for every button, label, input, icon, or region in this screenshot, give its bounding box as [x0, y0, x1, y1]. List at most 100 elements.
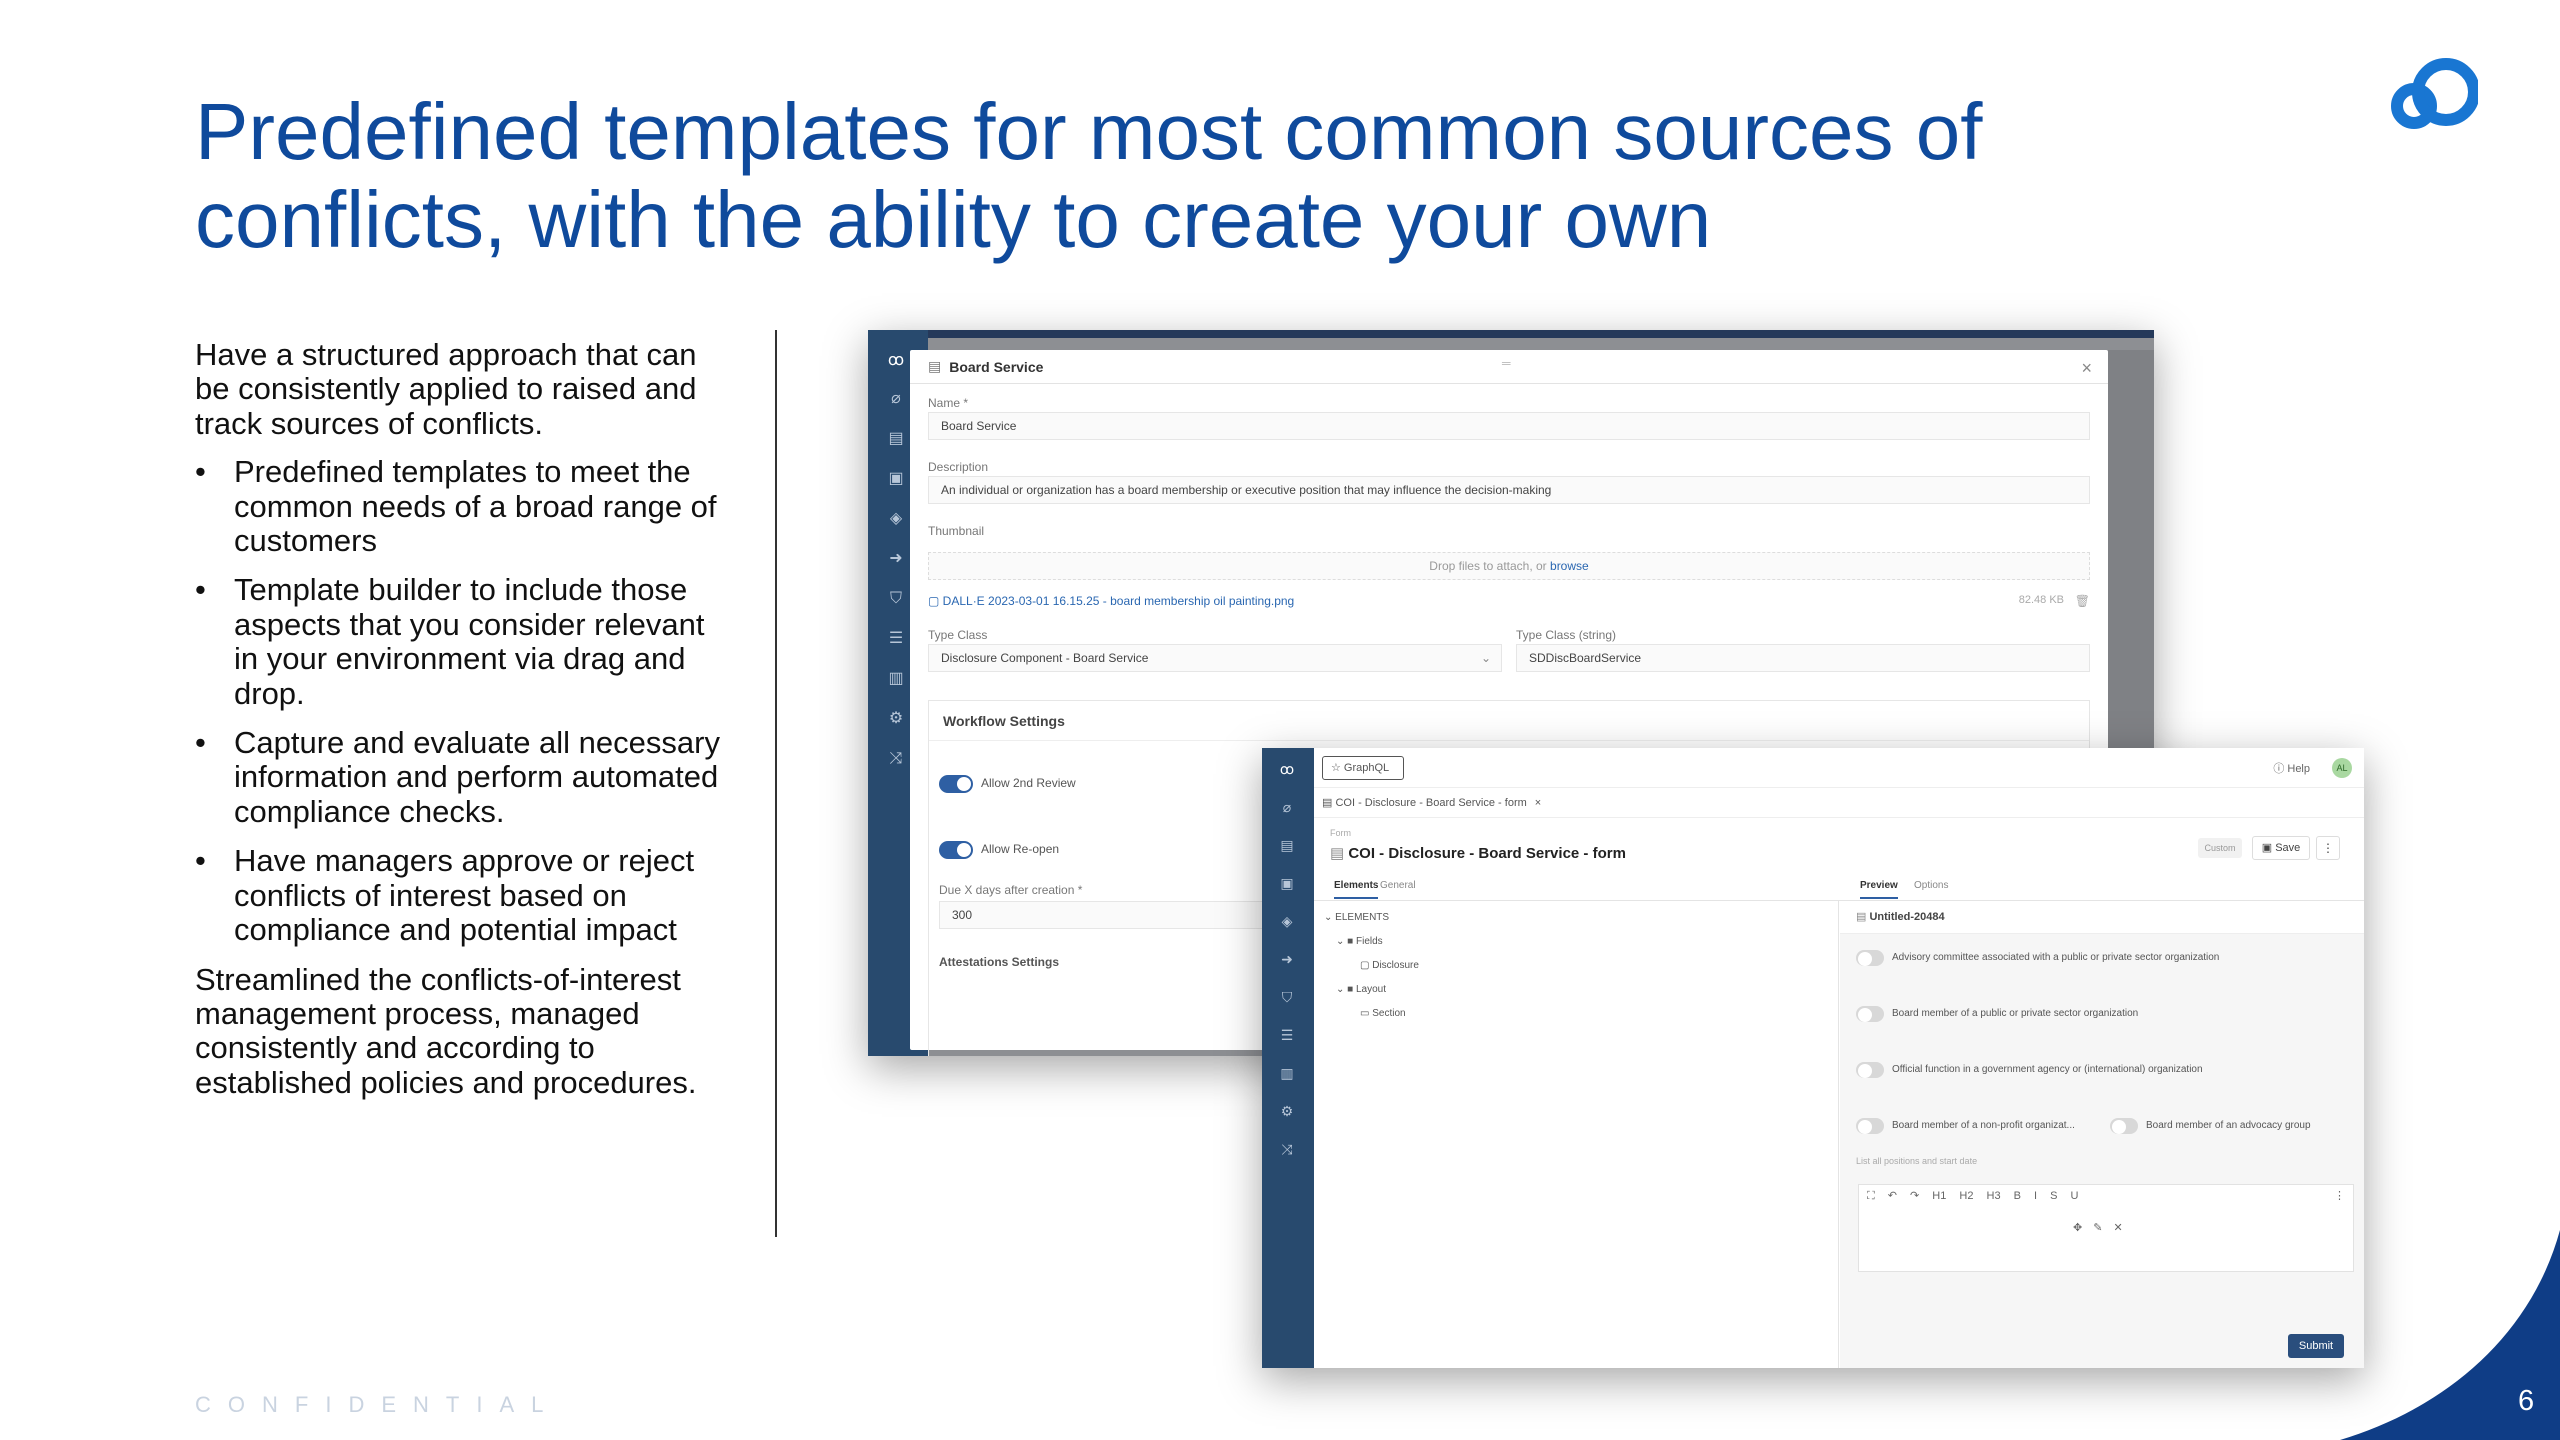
- type-class-select[interactable]: Disclosure Component - Board Service ⌄: [928, 644, 1502, 672]
- save-button[interactable]: ▣ Save: [2252, 836, 2310, 860]
- bullet-item: • Template builder to include those aspec…: [195, 572, 705, 711]
- modal-title: Board Service: [949, 358, 1044, 375]
- database-icon[interactable]: ▣: [885, 468, 907, 490]
- name-label: Name *: [928, 396, 969, 410]
- tab-general[interactable]: General: [1380, 880, 1416, 891]
- app-sidebar: ꝏ ⌀ ▤ ▣ ◈ ➜ ⛉ ☰ ▥ ⚙ ⤨: [1262, 748, 1314, 1368]
- preview-panel: Advisory committee associated with a pub…: [1840, 934, 2364, 1368]
- shield-icon[interactable]: ⛉: [1276, 986, 1298, 1008]
- bullet-marker: •: [195, 454, 206, 490]
- leaf-icon[interactable]: ⌀: [885, 388, 907, 410]
- intro-paragraph: Have a structured approach that can be c…: [195, 337, 697, 441]
- arrow-icon[interactable]: ➜: [1276, 948, 1298, 970]
- allow-2nd-review-toggle[interactable]: [939, 775, 973, 793]
- tree-fields[interactable]: ⌄ ■ Fields: [1336, 936, 1383, 947]
- table-icon[interactable]: ▤: [885, 428, 907, 450]
- page-number: 6: [2518, 1385, 2535, 1417]
- description-field[interactable]: An individual or organization has a boar…: [928, 476, 2090, 504]
- allow-reopen-toggle[interactable]: [939, 841, 973, 859]
- top-bar: [1314, 748, 2364, 788]
- column-divider: [775, 330, 777, 1237]
- table-icon: ▤: [1330, 845, 1349, 862]
- option-toggle[interactable]: [1856, 1006, 1884, 1022]
- drag-handle-icon[interactable]: ═: [1502, 356, 1511, 370]
- closing-paragraph: Streamlined the conflicts-of-interest ma…: [195, 961, 697, 1100]
- attached-file[interactable]: ▢ DALL·E 2023-03-01 16.15.25 - board mem…: [928, 594, 2090, 608]
- option-label: Board member of a non-profit organizat..…: [1892, 1120, 2075, 1131]
- more-options-button[interactable]: ⋮: [2316, 836, 2340, 860]
- bullet-item: • Have managers approve or reject conflic…: [195, 843, 695, 948]
- help-icon: ⓘ: [2273, 763, 2288, 775]
- name-field[interactable]: Board Service: [928, 412, 2090, 440]
- close-icon[interactable]: ×: [2081, 358, 2092, 379]
- more-icon[interactable]: ⋮: [2334, 1189, 2345, 1202]
- due-days-label: Due X days after creation *: [939, 883, 1083, 897]
- tree-layout[interactable]: ⌄ ■ Layout: [1336, 984, 1386, 995]
- app-logo-icon: ꝏ: [1279, 761, 1295, 777]
- form-builder-screenshot: ꝏ ⌀ ▤ ▣ ◈ ➜ ⛉ ☰ ▥ ⚙ ⤨ ☆ GraphQL ⓘ Help A…: [1262, 748, 2364, 1368]
- table-icon: ▤: [928, 358, 942, 374]
- table-icon[interactable]: ▤: [1276, 834, 1298, 856]
- attestations-title: Attestations Settings: [939, 955, 1060, 969]
- confidential-footer: CONFIDENTIAL: [195, 1392, 561, 1417]
- tree-section[interactable]: ▭ Section: [1360, 1008, 1406, 1019]
- shuffle-icon[interactable]: ⤨: [885, 748, 907, 770]
- option-toggle[interactable]: [1856, 1062, 1884, 1078]
- workflow-settings-title: Workflow Settings: [929, 701, 2089, 741]
- chart-icon[interactable]: ▥: [885, 668, 907, 690]
- layers-icon[interactable]: ◈: [1276, 910, 1298, 932]
- document-tab[interactable]: ▤ COI - Disclosure - Board Service - for…: [1322, 796, 1541, 809]
- allow-2nd-review-label: Allow 2nd Review: [981, 776, 1076, 790]
- graphql-button[interactable]: ☆ GraphQL: [1322, 756, 1404, 780]
- rte-toolbar[interactable]: ⛶ ↶ ↷ H1 H2 H3 B I S U: [1867, 1189, 2079, 1203]
- star-icon: ☆: [1331, 762, 1344, 774]
- gear-icon[interactable]: ⚙: [885, 708, 907, 730]
- tab-elements[interactable]: Elements: [1334, 880, 1379, 899]
- file-dropzone[interactable]: Drop files to attach, or browse: [928, 552, 2090, 580]
- type-class-string-field[interactable]: SDDiscBoardService: [1516, 644, 2090, 672]
- form-small-label: Form: [1330, 828, 1351, 838]
- list-icon[interactable]: ☰: [885, 628, 907, 650]
- table-icon: ▤: [1322, 797, 1336, 809]
- chevron-down-icon: ⌄: [1480, 651, 1491, 665]
- list-icon[interactable]: ☰: [1276, 1024, 1298, 1046]
- option-toggle[interactable]: [1856, 950, 1884, 966]
- option-label: Board member of a public or private sect…: [1892, 1008, 2139, 1019]
- rich-text-editor[interactable]: ⛶ ↶ ↷ H1 H2 H3 B I S U ⋮ ✥ ✎ ✕: [1858, 1184, 2354, 1272]
- shield-icon[interactable]: ⛉: [885, 588, 907, 610]
- help-link[interactable]: ⓘ Help: [2273, 760, 2310, 776]
- tab-options[interactable]: Options: [1914, 880, 1948, 891]
- bullet-marker: •: [195, 725, 206, 761]
- option-label: Board member of an advocacy group: [2146, 1120, 2311, 1131]
- trash-icon[interactable]: 🗑: [2075, 594, 2090, 608]
- database-icon[interactable]: ▣: [1276, 872, 1298, 894]
- gear-icon[interactable]: ⚙: [1276, 1100, 1298, 1122]
- leaf-icon[interactable]: ⌀: [1276, 796, 1298, 818]
- layers-icon[interactable]: ◈: [885, 508, 907, 530]
- option-toggle[interactable]: [1856, 1118, 1884, 1134]
- option-label: Advisory committee associated with a pub…: [1892, 952, 2220, 963]
- custom-badge: Custom: [2198, 838, 2242, 858]
- file-size: 82.48 KB: [2018, 594, 2064, 606]
- tree-disclosure[interactable]: ▢ Disclosure: [1360, 960, 1419, 971]
- description-label: Description: [928, 460, 989, 474]
- shuffle-icon[interactable]: ⤨: [1276, 1138, 1298, 1160]
- option-toggle[interactable]: [2110, 1118, 2138, 1134]
- arrow-icon[interactable]: ➜: [885, 548, 907, 570]
- rte-tools[interactable]: ✥ ✎ ✕: [2073, 1221, 2123, 1234]
- bullet-item: • Capture and evaluate all necessary info…: [195, 725, 720, 829]
- type-class-label: Type Class: [928, 628, 988, 642]
- close-icon[interactable]: ×: [1535, 797, 1541, 809]
- app-logo-icon: ꝏ: [887, 352, 905, 369]
- avatar[interactable]: AL: [2332, 758, 2352, 778]
- app-topbar: [868, 330, 2154, 338]
- browse-link[interactable]: browse: [1550, 559, 1589, 573]
- allow-reopen-label: Allow Re-open: [981, 842, 1060, 856]
- bullet-list: • Predefined templates to meet the common…: [195, 454, 735, 948]
- file-name[interactable]: DALL·E 2023-03-01 16.15.25 - board membe…: [943, 594, 1295, 608]
- chart-icon[interactable]: ▥: [1276, 1062, 1298, 1084]
- tree-elements-header[interactable]: ⌄ ELEMENTS: [1324, 912, 1389, 923]
- bullet-item: • Predefined templates to meet the common…: [195, 454, 717, 559]
- preview-header: ▤ Untitled-20484: [1840, 900, 2364, 934]
- tab-preview[interactable]: Preview: [1860, 880, 1898, 899]
